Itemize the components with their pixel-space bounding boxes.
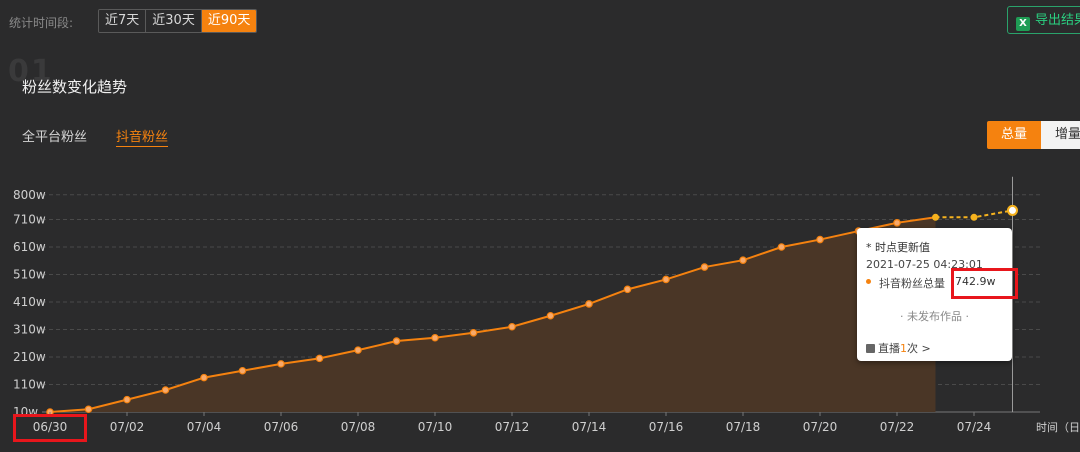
data-point[interactable] — [739, 256, 747, 265]
data-point[interactable] — [392, 337, 401, 345]
data-point[interactable] — [431, 333, 439, 342]
x-tick-label: 06/30 — [33, 420, 68, 434]
data-point[interactable] — [123, 395, 131, 404]
tooltip-live-link[interactable]: 直播1次 > — [866, 340, 931, 356]
y-tick-label: 10w — [13, 405, 38, 419]
data-point[interactable] — [816, 235, 824, 244]
x-tick-label: 07/06 — [264, 420, 299, 434]
x-tick-label: 07/20 — [803, 420, 838, 434]
data-point[interactable] — [970, 213, 978, 221]
data-point-hovered[interactable] — [1007, 204, 1018, 216]
x-tick-label: 07/14 — [572, 420, 607, 434]
x-tick-label: 07/12 — [495, 420, 530, 434]
data-point[interactable] — [277, 360, 285, 368]
tooltip-live-suffix: 次 > — [907, 342, 931, 355]
data-point[interactable] — [700, 263, 709, 271]
data-point[interactable] — [508, 322, 516, 331]
x-tick-label: 07/22 — [880, 420, 915, 434]
y-axis-ticks: 10w 110w 210w 310w 410w 510w 610w 710w 800w — [13, 188, 46, 419]
tooltip-heading: * 时点更新值 — [866, 241, 930, 254]
data-point[interactable] — [161, 386, 170, 394]
data-point[interactable] — [932, 213, 939, 221]
data-point[interactable] — [623, 285, 632, 294]
y-tick-label: 710w — [13, 213, 46, 227]
x-tick-label: 07/04 — [187, 420, 222, 434]
x-tick-label: 07/16 — [649, 420, 684, 434]
data-point[interactable] — [200, 373, 208, 382]
data-point[interactable] — [777, 243, 786, 251]
chart-tooltip: * 时点更新值 2021-07-25 04:23:01 抖音粉丝总量 742.9… — [857, 228, 1012, 361]
data-point[interactable] — [585, 300, 593, 308]
calendar-icon — [866, 344, 875, 353]
y-tick-label: 410w — [13, 295, 46, 309]
data-point[interactable] — [84, 405, 93, 414]
data-point[interactable] — [469, 328, 478, 337]
tooltip-live-prefix: 直播 — [878, 342, 900, 355]
data-point[interactable] — [662, 275, 670, 284]
x-tick-label: 07/08 — [341, 420, 376, 434]
y-tick-label: 210w — [13, 350, 46, 364]
x-axis-unit-label: 时间（日 — [1036, 421, 1080, 434]
tooltip-series-dot — [866, 279, 871, 284]
data-point[interactable] — [354, 346, 362, 354]
tooltip-time: 2021-07-25 04:23:01 — [866, 258, 983, 271]
y-tick-label: 510w — [13, 268, 46, 282]
x-tick-label: 07/10 — [418, 420, 453, 434]
y-tick-label: 310w — [13, 323, 46, 337]
x-tick-label: 07/18 — [726, 420, 761, 434]
tooltip-value: 742.9w — [955, 275, 996, 288]
data-point[interactable] — [546, 311, 555, 320]
y-tick-label: 110w — [13, 378, 46, 392]
tooltip-note: · 未发布作品 · — [900, 310, 969, 323]
data-point[interactable] — [315, 354, 324, 363]
x-tick-label: 07/24 — [957, 420, 992, 434]
data-point[interactable] — [893, 219, 901, 227]
tooltip-live-count: 1 — [900, 342, 907, 355]
data-point[interactable] — [238, 366, 247, 375]
y-tick-label: 800w — [13, 188, 46, 202]
x-axis-ticks: 06/30 07/02 07/04 07/06 07/08 07/10 07/12 07/14… — [33, 412, 992, 434]
tooltip-series-name: 抖音粉丝总量 — [879, 277, 945, 290]
x-tick-label: 07/02 — [110, 420, 145, 434]
fans-trend-chart: 10w 110w 210w 310w 410w 510w 610w 710w 800w 06/3… — [13, 176, 1080, 434]
y-tick-label: 610w — [13, 240, 46, 254]
